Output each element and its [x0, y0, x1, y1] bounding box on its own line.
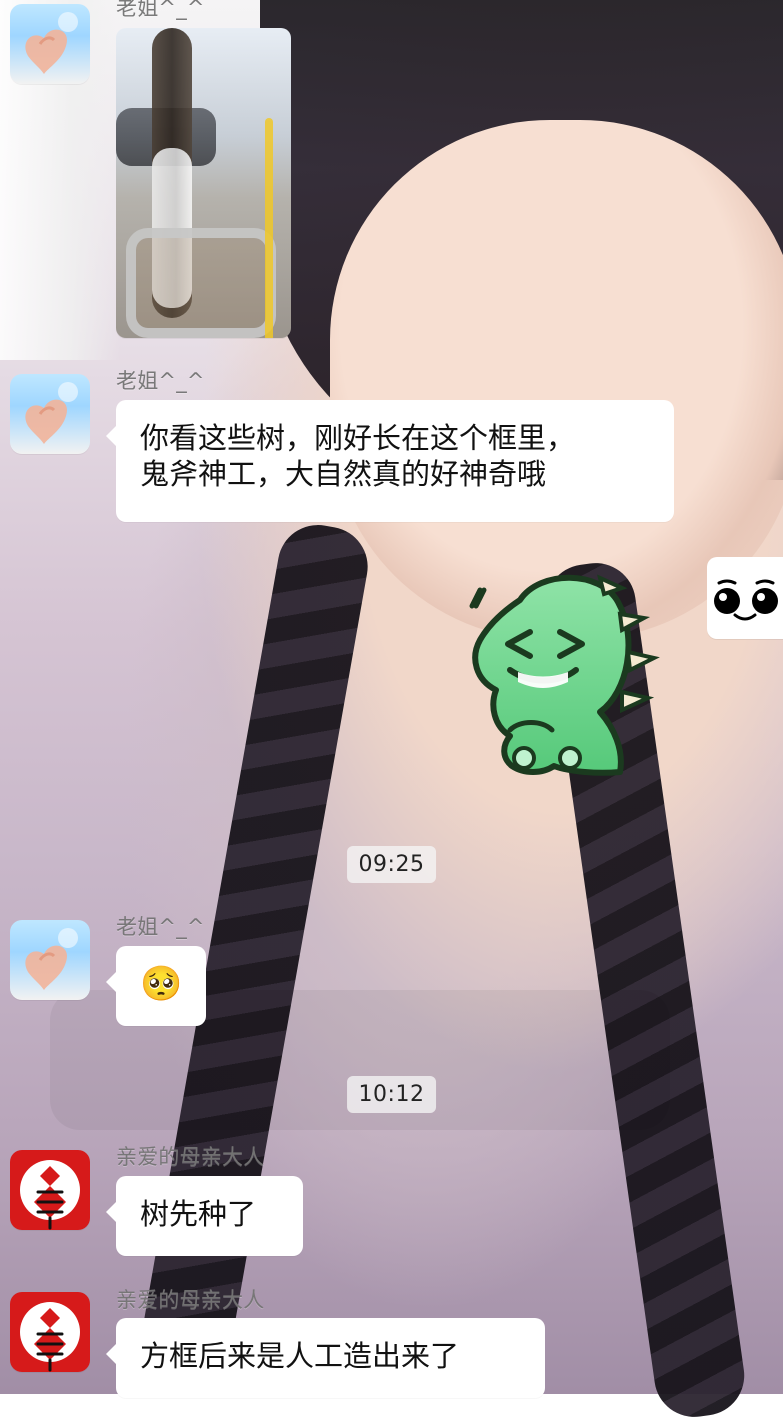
- text-message-bubble[interactable]: 树先种了: [106, 1176, 303, 1256]
- message-line-2: 鬼斧神工，大自然真的好神奇哦: [140, 457, 547, 491]
- sticker-message[interactable]: [450, 560, 680, 790]
- chat-thread: 老姐^_^ 老姐^_^ 你看这些树，刚好长在这个框里， 鬼斧神工，大自然真的好神…: [0, 0, 783, 1398]
- avatar-sister[interactable]: [10, 4, 90, 84]
- heart-hands-avatar-icon: [25, 928, 78, 990]
- image-tree-frame: [126, 228, 276, 338]
- sender-name: 老姐^_^: [116, 369, 205, 393]
- avatar-mother[interactable]: [10, 1292, 90, 1372]
- pleading-face-icon: 🥺: [140, 964, 183, 1004]
- avatar-sister[interactable]: [10, 374, 90, 454]
- cute-face-icon: [714, 579, 778, 621]
- chinese-knot-avatar-icon: [20, 1302, 80, 1372]
- side-sticker-tile[interactable]: [707, 557, 783, 639]
- timestamp: 10:12: [346, 1076, 437, 1113]
- sender-name: 亲爱的母亲大人: [116, 1145, 265, 1169]
- sender-name: 亲爱的母亲大人: [116, 1288, 265, 1312]
- heart-hands-avatar-icon: [25, 12, 78, 74]
- message-text: 方框后来是人工造出来了: [140, 1339, 460, 1373]
- sender-name: 老姐^_^: [116, 0, 205, 20]
- timestamp: 09:25: [346, 846, 437, 883]
- image-message[interactable]: [116, 28, 291, 338]
- message-text: 树先种了: [140, 1197, 257, 1231]
- text-message-bubble[interactable]: 你看这些树，刚好长在这个框里， 鬼斧神工，大自然真的好神奇哦: [106, 400, 674, 522]
- image-yellow-line: [265, 118, 273, 338]
- text-message-bubble[interactable]: 方框后来是人工造出来了: [106, 1318, 545, 1398]
- emoji-message-bubble[interactable]: 🥺: [106, 946, 206, 1026]
- chinese-knot-avatar-icon: [20, 1160, 80, 1230]
- sender-name: 老姐^_^: [116, 915, 205, 939]
- message-line-1: 你看这些树，刚好长在这个框里，: [140, 421, 576, 455]
- avatar-sister[interactable]: [10, 920, 90, 1000]
- avatar-mother[interactable]: [10, 1150, 90, 1230]
- green-dinosaur-sticker-icon: [469, 574, 660, 776]
- heart-hands-avatar-icon: [25, 382, 78, 444]
